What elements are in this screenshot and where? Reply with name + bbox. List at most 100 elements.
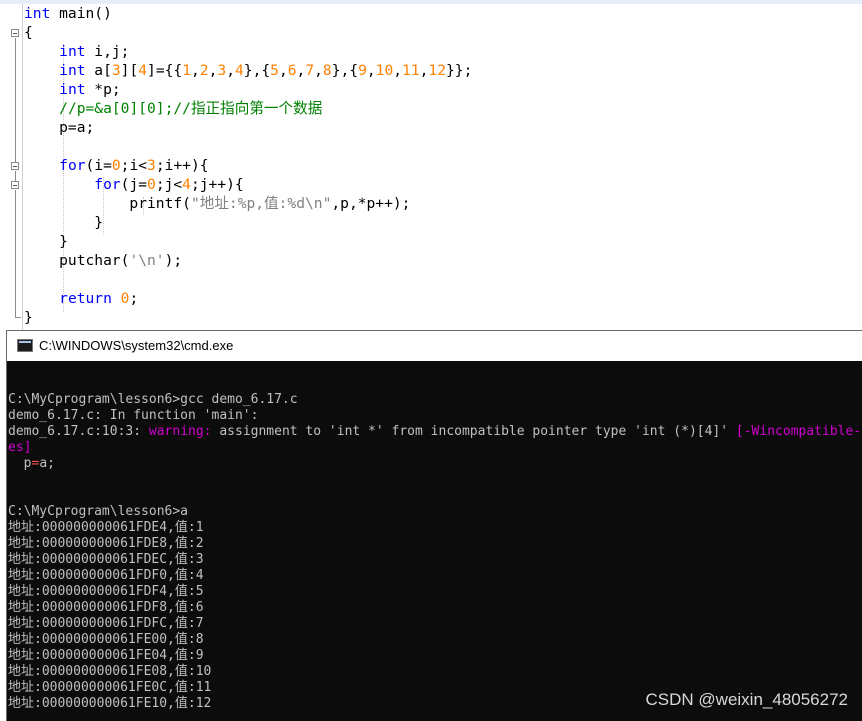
cmd-window[interactable]: C:\WINDOWS\system32\cmd.exe C:\MyCprogra… xyxy=(6,330,862,721)
code-token: 4 xyxy=(138,62,148,79)
console-text: p xyxy=(8,456,32,471)
code-token: (i= xyxy=(85,157,112,174)
editor-gutter xyxy=(0,4,23,330)
console-line: 地址:000000000061FE08,值:10 xyxy=(8,664,862,680)
code-token: },{ xyxy=(243,62,271,79)
console-text: 地址:000000000061FDFC,值:7 xyxy=(8,616,204,631)
code-line: int *p; xyxy=(24,80,862,99)
code-token: main() xyxy=(50,5,112,22)
console-line: C:\MyCprogram\lesson6>gcc demo_6.17.c xyxy=(8,392,862,408)
code-token: for xyxy=(94,176,121,193)
code-token: 0 xyxy=(111,157,121,174)
console-line: p=a; xyxy=(8,456,862,472)
code-token: 7 xyxy=(305,62,315,79)
fold-end-marker xyxy=(15,317,21,318)
console-line: 地址:000000000061FE00,值:8 xyxy=(8,632,862,648)
console-line: demo_6.17.c:10:3: warning: assignment to… xyxy=(8,424,862,440)
console-line: 地址:000000000061FDF8,值:6 xyxy=(8,600,862,616)
console-text: 地址:000000000061FE04,值:9 xyxy=(8,648,204,663)
console-output[interactable]: C:\MyCprogram\lesson6>gcc demo_6.17.c dem… xyxy=(8,361,862,721)
console-text: 地址:000000000061FDEC,值:3 xyxy=(8,552,204,567)
console-line: 地址:000000000061FDEC,值:3 xyxy=(8,552,862,568)
fold-line xyxy=(15,38,16,168)
console-text: 地址:000000000061FDF8,值:6 xyxy=(8,600,204,615)
code-token: int xyxy=(59,43,86,60)
code-token: int xyxy=(59,81,86,98)
code-token: } xyxy=(24,309,33,326)
code-token: int xyxy=(59,62,86,79)
fold-toggle-icon[interactable] xyxy=(11,29,19,37)
console-text: 地址:000000000061FE08,值:10 xyxy=(8,664,212,679)
console-text: 地址:000000000061FE00,值:8 xyxy=(8,632,204,647)
code-line: int a[3][4]={{1,2,3,4},{5,6,7,8},{9,10,1… xyxy=(24,61,862,80)
console-text: a; xyxy=(39,456,55,471)
console-text: warning: xyxy=(148,424,212,439)
code-token: ;j< xyxy=(155,176,183,193)
code-token: , xyxy=(278,62,288,79)
console-text: C:\MyCprogram\lesson6>gcc demo_6.17.c xyxy=(8,392,298,407)
console-text: demo_6.17.c: In function 'main': xyxy=(8,408,259,423)
code-line: printf("地址:%p,值:%d\n",p,*p++); xyxy=(24,194,862,213)
code-line: p=a; xyxy=(24,118,862,137)
console-line: 地址:000000000061FDE8,值:2 xyxy=(8,536,862,552)
code-token: ; xyxy=(129,290,139,307)
fold-toggle-icon[interactable] xyxy=(11,181,19,189)
code-token: 12 xyxy=(428,62,446,79)
code-token: '\n' xyxy=(129,252,165,269)
console-text: 地址:000000000061FDF0,值:4 xyxy=(8,568,204,583)
code-token: i,j; xyxy=(85,43,130,60)
code-token: , xyxy=(191,62,200,79)
code-text-area[interactable]: int main(){ int i,j; int a[3][4]={{1,2,3… xyxy=(24,4,862,327)
code-line: int i,j; xyxy=(24,42,862,61)
code-token: , xyxy=(393,62,403,79)
console-text: 地址:000000000061FE0C,值:11 xyxy=(8,680,212,695)
code-line: int main() xyxy=(24,4,862,23)
cmd-window-title: C:\WINDOWS\system32\cmd.exe xyxy=(39,338,234,353)
console-text: 地址:000000000061FDE4,值:1 xyxy=(8,520,204,535)
code-token: ,p,*p++); xyxy=(331,195,411,212)
code-token: ;i++){ xyxy=(155,157,209,174)
code-line: { xyxy=(24,23,862,42)
code-token: 3 xyxy=(217,62,227,79)
code-token: },{ xyxy=(331,62,359,79)
code-token: 0 xyxy=(147,176,156,193)
watermark: CSDN @weixin_48056272 xyxy=(645,690,848,709)
code-token: 4 xyxy=(234,62,244,79)
code-token: return xyxy=(59,290,112,307)
code-line: for(i=0;i<3;i++){ xyxy=(24,156,862,175)
code-line: return 0; xyxy=(24,289,862,308)
console-text: demo_6.17.c:10:3: xyxy=(8,424,149,439)
code-token: (j= xyxy=(120,176,148,193)
code-token: ]={{ xyxy=(147,62,183,79)
code-token: } xyxy=(24,233,68,250)
code-token: 8 xyxy=(322,62,332,79)
console-text: C:\MyCprogram\lesson6>a xyxy=(8,504,189,519)
code-line: } xyxy=(24,232,862,251)
code-token: 4 xyxy=(182,176,191,193)
console-line: 地址:000000000061FDF4,值:5 xyxy=(8,584,862,600)
console-line: 地址:000000000061FDFC,值:7 xyxy=(8,616,862,632)
code-token: "地址:%p,值:%d\n" xyxy=(190,195,332,212)
code-token: a[ xyxy=(85,62,112,79)
code-token: 9 xyxy=(358,62,367,79)
code-line: //p=&a[0][0];//指正指向第一个数据 xyxy=(24,99,862,118)
code-token: }}; xyxy=(446,62,473,79)
fold-line xyxy=(15,171,16,181)
code-token: ;i< xyxy=(120,157,148,174)
code-token: //p=&a[0][0];//指正指向第一个数据 xyxy=(59,100,323,117)
cmd-titlebar[interactable]: C:\WINDOWS\system32\cmd.exe xyxy=(7,331,862,361)
code-line: putchar('\n'); xyxy=(24,251,862,270)
code-token: , xyxy=(314,62,323,79)
code-line: for(j=0;j<4;j++){ xyxy=(24,175,862,194)
fold-toggle-icon[interactable] xyxy=(11,162,19,170)
console-app-icon xyxy=(17,339,33,352)
code-editor[interactable]: int main(){ int i,j; int a[3][4]={{1,2,3… xyxy=(0,0,862,330)
